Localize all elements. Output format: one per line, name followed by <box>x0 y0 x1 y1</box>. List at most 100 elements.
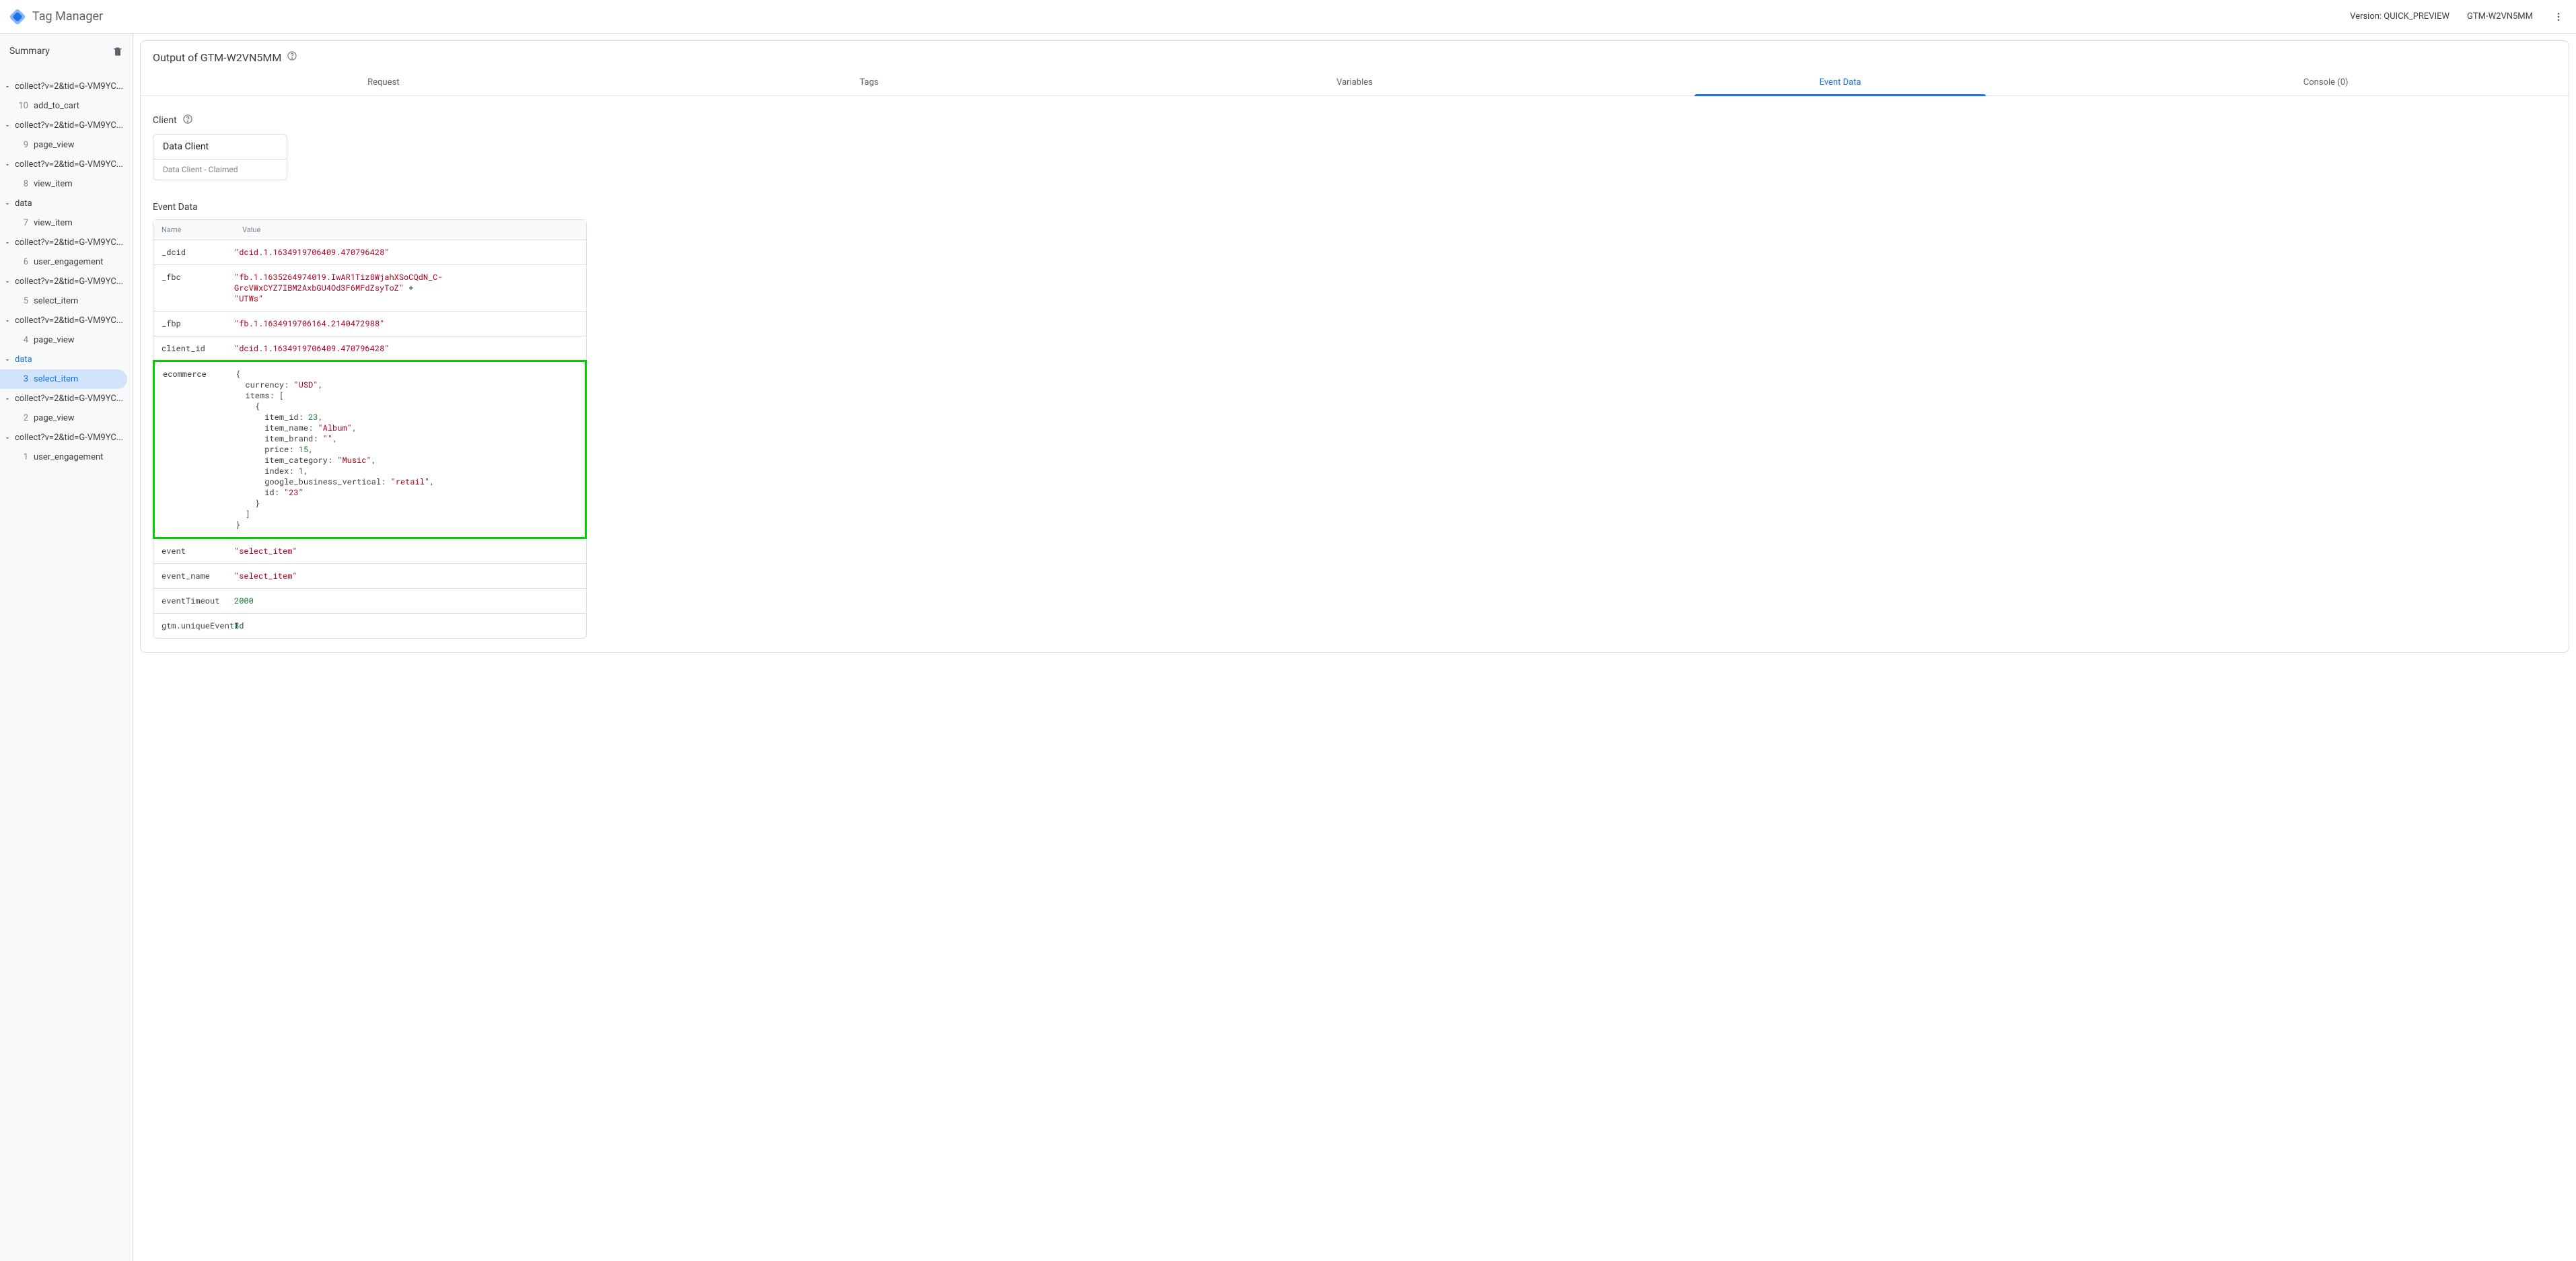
brand-name: Tag Manager <box>32 9 103 24</box>
sidebar-event-num: 10 <box>16 101 28 111</box>
more-menu-button[interactable] <box>2550 9 2567 25</box>
sidebar-group-label: data <box>15 355 32 365</box>
help-icon[interactable] <box>182 114 193 127</box>
tab-variables[interactable]: Variables <box>1112 69 1598 96</box>
event-data-row[interactable]: gtm.uniqueEventId8 <box>153 613 586 638</box>
sidebar-event-name: select_item <box>34 296 78 306</box>
version-label: Version: QUICK_PREVIEW <box>2350 11 2449 22</box>
sidebar-event-num: 4 <box>16 335 28 345</box>
sidebar-event[interactable]: 8 view_item <box>0 174 127 194</box>
sidebar-event[interactable]: 5 select_item <box>0 291 127 311</box>
sidebar-event[interactable]: 4 page_view <box>0 330 127 350</box>
summary-row[interactable]: Summary <box>0 40 133 62</box>
chevron-down-icon <box>4 161 11 168</box>
sidebar-group-label: collect?v=2&tid=G-VM9YC... <box>15 120 123 131</box>
sidebar-group-header[interactable]: collect?v=2&tid=G-VM9YC... <box>0 233 133 252</box>
event-data-row[interactable]: client_id"dcid.1.1634919706409.470796428… <box>153 336 586 361</box>
sidebar-event-name: add_to_cart <box>34 101 79 111</box>
event-data-value: "fb.1.1635264974019.IwAR1Tiz8WjahXSoCQdN… <box>234 265 586 311</box>
event-data-name: event <box>153 539 234 563</box>
event-data-row[interactable]: event"select_item" <box>153 538 586 563</box>
sidebar-event-num: 9 <box>16 140 28 150</box>
sidebar-event-name: select_item <box>34 374 78 384</box>
event-data-value: "dcid.1.1634919706409.470796428" <box>234 240 586 264</box>
event-data-value: "dcid.1.1634919706409.470796428" <box>234 336 586 361</box>
event-data-value: "select_item" <box>234 539 586 563</box>
event-data-row[interactable]: event_name"select_item" <box>153 563 586 588</box>
sidebar-group-header[interactable]: collect?v=2&tid=G-VM9YC... <box>0 428 133 447</box>
event-data-name: _fbp <box>153 312 234 336</box>
help-icon[interactable] <box>287 50 297 64</box>
sidebar-event-num: 1 <box>16 452 28 462</box>
tab-tags[interactable]: Tags <box>627 69 1112 96</box>
event-data-value: 2000 <box>234 589 586 613</box>
brand: Tag Manager <box>9 9 103 25</box>
sidebar-event[interactable]: 9page_view <box>0 135 127 155</box>
event-data-value: { currency: "USD", items: [ { item_id: 2… <box>236 362 585 537</box>
event-data-row[interactable]: ecommerce{ currency: "USD", items: [ { i… <box>153 360 587 539</box>
sidebar-event-num: 6 <box>16 257 28 267</box>
chevron-down-icon <box>4 201 11 207</box>
sidebar-event-name: view_item <box>34 218 73 228</box>
output-card: Output of GTM-W2VN5MM Request Tags Varia… <box>140 40 2569 653</box>
sidebar-event-name: page_view <box>34 335 75 345</box>
sidebar-event[interactable]: 3 select_item <box>0 369 127 389</box>
client-section-label: Client <box>153 115 177 126</box>
container-id-label: GTM-W2VN5MM <box>2467 11 2533 22</box>
event-data-name: ecommerce <box>155 362 236 386</box>
sidebar-event[interactable]: 10 add_to_cart <box>0 96 127 116</box>
sidebar-event[interactable]: 6user_engagement <box>0 252 127 272</box>
event-data-name: client_id <box>153 336 234 361</box>
sidebar-group-header[interactable]: collect?v=2&tid=G-VM9YC... <box>0 77 133 96</box>
tag-manager-logo-icon <box>9 9 26 25</box>
tab-event-data[interactable]: Event Data <box>1598 69 2083 96</box>
chevron-down-icon <box>4 435 11 441</box>
sidebar-event-num: 7 <box>16 218 28 228</box>
event-data-header-value: Value <box>234 220 586 240</box>
sidebar-event[interactable]: 1 user_engagement <box>0 447 127 467</box>
chevron-down-icon <box>4 83 11 90</box>
chevron-down-icon <box>4 122 11 129</box>
client-box[interactable]: Data Client Data Client - Claimed <box>153 134 287 180</box>
sidebar-event-num: 3 <box>16 374 28 384</box>
sidebar-event-num: 5 <box>16 296 28 306</box>
tab-request[interactable]: Request <box>141 69 627 96</box>
event-data-name: _dcid <box>153 240 234 264</box>
chevron-down-icon <box>4 396 11 402</box>
event-data-row[interactable]: _dcid"dcid.1.1634919706409.470796428" <box>153 240 586 264</box>
sidebar-group-header[interactable]: collect?v=2&tid=G-VM9YC... <box>0 116 133 135</box>
event-data-row[interactable]: _fbc"fb.1.1635264974019.IwAR1Tiz8WjahXSo… <box>153 264 586 311</box>
client-sub: Data Client - Claimed <box>153 159 287 180</box>
sidebar-group-label: collect?v=2&tid=G-VM9YC... <box>15 394 123 404</box>
event-data-name: _fbc <box>153 265 234 289</box>
sidebar-group-header[interactable]: data <box>0 194 133 213</box>
event-data-row[interactable]: eventTimeout2000 <box>153 588 586 613</box>
sidebar-group-header[interactable]: collect?v=2&tid=G-VM9YC... <box>0 389 133 408</box>
question-circle-icon <box>287 50 297 61</box>
event-data-row[interactable]: _fbp"fb.1.1634919706164.2140472988" <box>153 311 586 336</box>
trash-icon <box>112 46 123 57</box>
sidebar-group-label: collect?v=2&tid=G-VM9YC... <box>15 159 123 170</box>
sidebar-event-name: user_engagement <box>34 452 103 462</box>
sidebar: Summary collect?v=2&tid=G-VM9YC... 10 add_… <box>0 34 133 1261</box>
event-data-value: 8 <box>234 614 586 638</box>
more-vertical-icon <box>2553 11 2564 22</box>
sidebar-group-label: data <box>15 199 32 209</box>
event-data-header-name: Name <box>153 220 234 240</box>
sidebar-event-name: view_item <box>34 179 73 189</box>
event-data-table: Name Value _dcid"dcid.1.1634919706409.47… <box>153 219 587 639</box>
chevron-down-icon <box>4 240 11 246</box>
sidebar-group-header[interactable]: data <box>0 350 133 369</box>
sidebar-event[interactable]: 7 view_item <box>0 213 127 233</box>
clear-events-button[interactable] <box>112 46 123 57</box>
sidebar-event[interactable]: 2page_view <box>0 408 127 428</box>
sidebar-event-num: 8 <box>16 179 28 189</box>
sidebar-group-header[interactable]: collect?v=2&tid=G-VM9YC... <box>0 311 133 330</box>
tab-console[interactable]: Console (0) <box>2083 69 2569 96</box>
topbar: Tag Manager Version: QUICK_PREVIEW GTM-W… <box>0 0 2576 34</box>
question-circle-icon <box>182 114 193 124</box>
sidebar-group-header[interactable]: collect?v=2&tid=G-VM9YC... <box>0 272 133 291</box>
event-data-name: eventTimeout <box>153 589 234 613</box>
sidebar-group-header[interactable]: collect?v=2&tid=G-VM9YC... <box>0 155 133 174</box>
chevron-down-icon <box>4 318 11 324</box>
